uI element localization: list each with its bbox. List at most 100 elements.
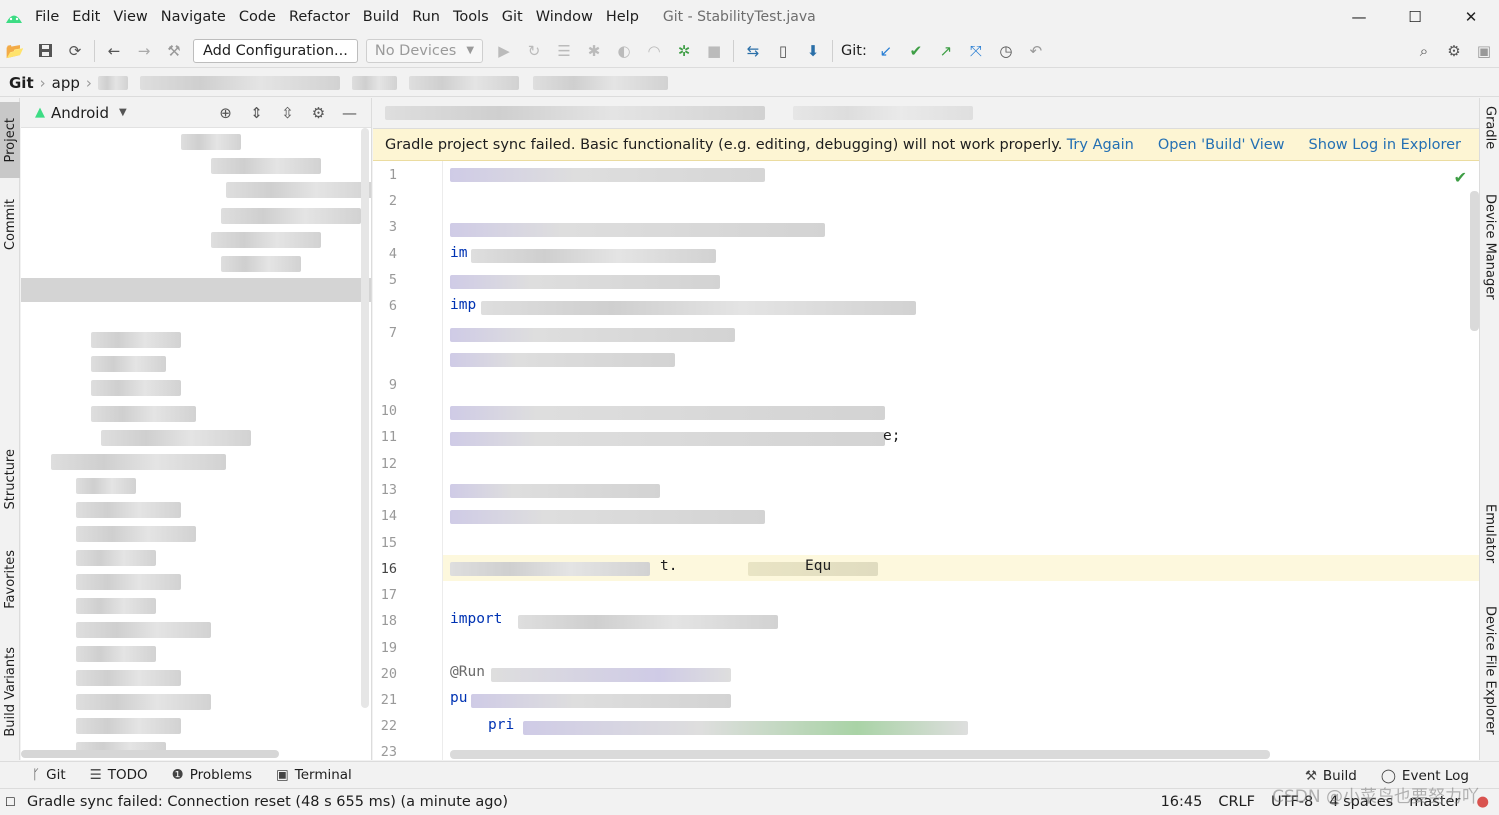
tab-git[interactable]: ᚴ Git	[32, 767, 66, 783]
tree-item[interactable]	[91, 332, 181, 348]
tree-item[interactable]	[76, 694, 211, 710]
settings-gear-icon[interactable]: ⚙	[1439, 36, 1469, 66]
tab-build[interactable]: ⚒ Build	[1305, 768, 1357, 784]
coverage-icon[interactable]: ☰	[549, 36, 579, 66]
settings-gear-icon[interactable]: ⚙	[303, 104, 334, 122]
menu-git[interactable]: Git	[495, 9, 529, 25]
account-icon[interactable]: ▣	[1469, 36, 1499, 66]
caret-position[interactable]: 16:45	[1161, 794, 1203, 810]
tree-item[interactable]	[91, 406, 196, 422]
run-icon[interactable]: ▶	[489, 36, 519, 66]
tab-terminal[interactable]: ▣ Terminal	[276, 767, 352, 783]
tab-build-variants[interactable]: Build Variants	[0, 638, 20, 746]
menu-help[interactable]: Help	[599, 9, 645, 25]
tree-item[interactable]	[211, 158, 321, 174]
tree-item[interactable]	[221, 256, 301, 272]
tree-item[interactable]	[76, 502, 181, 518]
tree-selected-row[interactable]	[21, 278, 371, 302]
sync-gradle-icon[interactable]: ⇆	[738, 36, 768, 66]
tree-item[interactable]	[91, 380, 181, 396]
tab-project[interactable]: Project	[0, 102, 20, 178]
tree-item[interactable]	[101, 430, 251, 446]
close-button[interactable]: ✕	[1443, 0, 1499, 33]
line-separator[interactable]: CRLF	[1218, 794, 1255, 810]
minimize-button[interactable]: —	[1331, 0, 1387, 33]
tree-item[interactable]	[226, 182, 371, 198]
git-branch[interactable]: master	[1409, 794, 1460, 810]
code-area[interactable]: 1 2 3 4 5 6 7 9 10 11 12 13 14 15 16 17 …	[373, 161, 1479, 760]
git-commit-icon[interactable]: ✔	[901, 36, 931, 66]
device-manager-icon[interactable]: ▯	[768, 36, 798, 66]
git-history-icon[interactable]: ◷	[991, 36, 1021, 66]
show-log-link[interactable]: Show Log in Explorer	[1309, 137, 1461, 153]
breadcrumb-root[interactable]: Git	[9, 74, 34, 92]
tab-device-manager[interactable]: Device Manager	[1480, 194, 1499, 320]
editor-horizontal-scrollbar[interactable]	[450, 750, 1270, 759]
editor-tab-blurred[interactable]	[793, 106, 973, 120]
maximize-button[interactable]: ☐	[1387, 0, 1443, 33]
menu-build[interactable]: Build	[356, 9, 405, 25]
file-encoding[interactable]: UTF-8	[1271, 794, 1313, 810]
tree-item[interactable]	[211, 232, 321, 248]
breadcrumb-module[interactable]: app	[52, 74, 80, 92]
tree-item[interactable]	[76, 550, 156, 566]
status-panel-toggle-icon[interactable]: ☐	[5, 795, 16, 809]
tree-item[interactable]	[76, 646, 156, 662]
sdk-manager-icon[interactable]: ⬇	[798, 36, 828, 66]
tree-item[interactable]	[76, 526, 196, 542]
tree-horizontal-scrollbar[interactable]	[21, 750, 279, 758]
tree-item[interactable]	[76, 574, 181, 590]
project-tree[interactable]	[21, 128, 371, 760]
tab-gradle[interactable]: Gradle	[1480, 106, 1499, 178]
git-merge-icon[interactable]: ⤧	[961, 36, 991, 66]
editor-vertical-scrollbar[interactable]	[1470, 191, 1479, 331]
tree-item[interactable]	[76, 598, 156, 614]
open-build-view-link[interactable]: Open 'Build' View	[1158, 137, 1285, 153]
forward-arrow-icon[interactable]: →	[129, 36, 159, 66]
tab-structure[interactable]: Structure	[0, 438, 20, 520]
tree-item[interactable]	[181, 134, 241, 150]
menu-view[interactable]: View	[106, 9, 153, 25]
tab-emulator[interactable]: Emulator	[1480, 504, 1499, 586]
menu-code[interactable]: Code	[232, 9, 282, 25]
tree-vertical-scrollbar[interactable]	[361, 128, 369, 708]
tree-item[interactable]	[76, 670, 181, 686]
menu-run[interactable]: Run	[405, 9, 446, 25]
collapse-all-icon[interactable]: ⇳	[272, 104, 303, 122]
back-arrow-icon[interactable]: ←	[99, 36, 129, 66]
editor-tab-blurred[interactable]	[385, 106, 765, 120]
profiler-icon[interactable]: ◠	[639, 36, 669, 66]
attach-debugger-icon[interactable]: ✲	[669, 36, 699, 66]
add-configuration-button[interactable]: Add Configuration...	[193, 38, 358, 63]
hide-panel-icon[interactable]: —	[334, 104, 365, 122]
menu-edit[interactable]: Edit	[65, 9, 106, 25]
tab-event-log[interactable]: ◯ Event Log	[1381, 768, 1469, 784]
project-view-selector[interactable]: Android	[51, 104, 109, 122]
git-rollback-icon[interactable]: ↶	[1021, 36, 1051, 66]
status-message[interactable]: Gradle sync failed: Connection reset (48…	[27, 794, 508, 810]
try-again-link[interactable]: Try Again	[1067, 137, 1134, 153]
menu-navigate[interactable]: Navigate	[154, 9, 232, 25]
tab-device-file-explorer[interactable]: Device File Explorer	[1480, 606, 1499, 756]
inspection-ok-check-icon[interactable]: ✔	[1454, 168, 1467, 187]
tree-item[interactable]	[221, 208, 361, 224]
open-folder-icon[interactable]: 📂	[0, 36, 30, 66]
chevron-down-icon[interactable]: ▼	[119, 107, 127, 118]
menu-file[interactable]: File	[28, 9, 65, 25]
stop-icon[interactable]: ■	[699, 36, 729, 66]
locate-file-icon[interactable]: ⊕	[210, 104, 241, 122]
menu-window[interactable]: Window	[529, 9, 599, 25]
tree-item[interactable]	[91, 356, 166, 372]
build-hammer-icon[interactable]: ⚒	[159, 36, 189, 66]
tab-todo[interactable]: ☰ TODO	[90, 767, 148, 783]
tree-item[interactable]	[76, 478, 136, 494]
device-selector[interactable]: No Devices ▼	[365, 38, 484, 63]
menu-tools[interactable]: Tools	[446, 9, 495, 25]
tab-favorites[interactable]: Favorites	[0, 538, 20, 620]
menu-refactor[interactable]: Refactor	[282, 9, 356, 25]
search-icon[interactable]: ⌕	[1409, 36, 1439, 66]
save-icon[interactable]	[30, 36, 60, 66]
git-push-icon[interactable]: ↗	[931, 36, 961, 66]
sync-icon[interactable]: ⟳	[60, 36, 90, 66]
tab-commit[interactable]: Commit	[0, 190, 20, 260]
